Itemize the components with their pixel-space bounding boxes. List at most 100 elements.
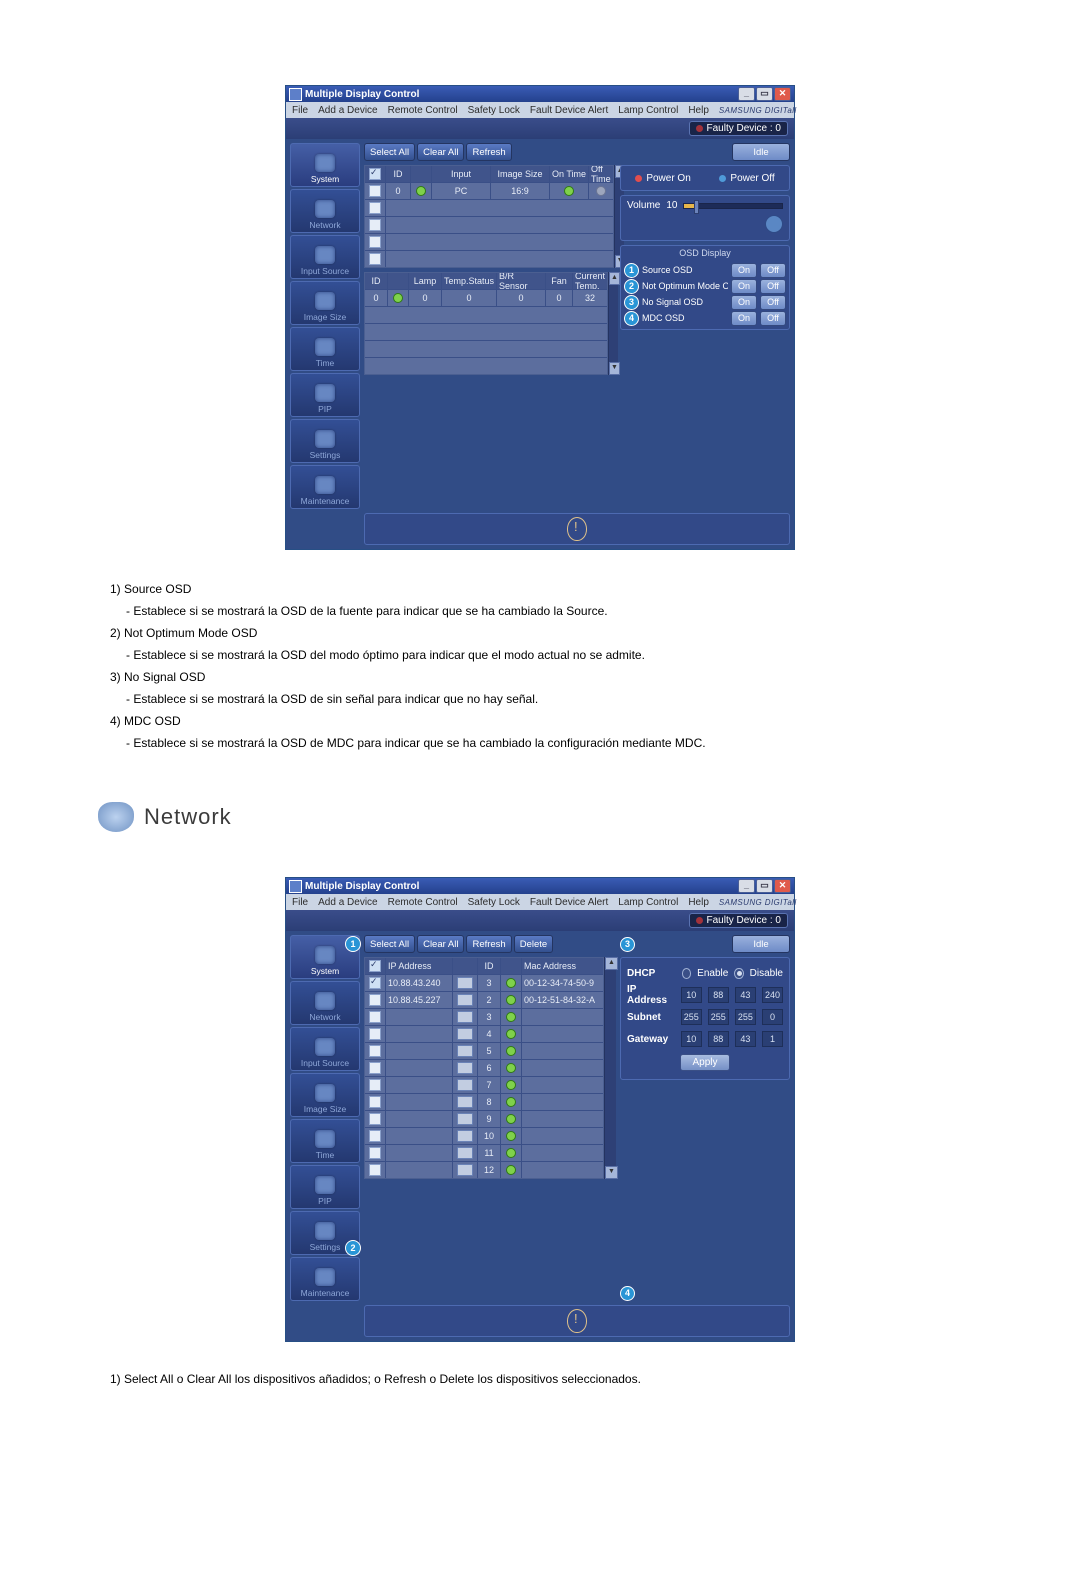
menu-safety[interactable]: Safety Lock	[465, 105, 523, 116]
subnet-octet[interactable]: 255	[735, 1009, 756, 1025]
minimize-button[interactable]: _	[738, 87, 755, 101]
row-check[interactable]	[369, 1045, 381, 1057]
sidebar-item-time[interactable]: Time	[290, 1119, 360, 1163]
menu-fault[interactable]: Fault Device Alert	[527, 897, 611, 908]
gateway-octet[interactable]: 10	[681, 1031, 702, 1047]
subnet-octet[interactable]: 255	[681, 1009, 702, 1025]
osd-off-button[interactable]: Off	[760, 279, 786, 294]
table-row[interactable]: 10.88.45.227 2 00-12-51-84-32-A	[365, 991, 603, 1008]
row-check[interactable]	[369, 219, 381, 231]
maximize-button[interactable]: ▭	[756, 879, 773, 893]
scroll-up-icon[interactable]: ▲	[605, 957, 618, 970]
power-on-label[interactable]: Power On	[646, 173, 690, 184]
row-check[interactable]	[369, 185, 381, 197]
table-row[interactable]: 7	[365, 1076, 603, 1093]
row-check[interactable]	[369, 1113, 381, 1125]
vertical-scrollbar[interactable]: ▲ ▼	[604, 957, 616, 1179]
table-row[interactable]: 9	[365, 1110, 603, 1127]
speaker-icon[interactable]	[765, 215, 783, 233]
sidebar-item-settings[interactable]: Settings	[290, 419, 360, 463]
menu-lamp[interactable]: Lamp Control	[615, 105, 681, 116]
table-row[interactable]: 10.88.43.240 3 00-12-34-74-50-9	[365, 974, 603, 991]
table-row[interactable]: 10	[365, 1127, 603, 1144]
sidebar-item-network[interactable]: Network	[290, 189, 360, 233]
subnet-octet[interactable]: 0	[762, 1009, 783, 1025]
menu-file[interactable]: File	[289, 897, 311, 908]
table-row[interactable]: 5	[365, 1042, 603, 1059]
sidebar-item-time[interactable]: Time	[290, 327, 360, 371]
row-check[interactable]	[369, 977, 381, 989]
sidebar-item-system[interactable]: System 1	[290, 935, 360, 979]
sidebar-item-system[interactable]: System	[290, 143, 360, 187]
menu-help[interactable]: Help	[685, 105, 712, 116]
gateway-octet[interactable]: 1	[762, 1031, 783, 1047]
table-row[interactable]: 8	[365, 1093, 603, 1110]
row-check[interactable]	[369, 1130, 381, 1142]
sidebar-item-maintenance[interactable]: Maintenance	[290, 465, 360, 509]
row-check[interactable]	[369, 1164, 381, 1176]
gateway-octet[interactable]: 88	[708, 1031, 729, 1047]
delete-button[interactable]: Delete	[514, 935, 553, 953]
sidebar-item-input[interactable]: Input Source	[290, 235, 360, 279]
menu-file[interactable]: File	[289, 105, 311, 116]
ip-octet[interactable]: 240	[762, 987, 783, 1003]
row-check[interactable]	[369, 1079, 381, 1091]
ip-octet[interactable]: 10	[681, 987, 702, 1003]
power-off-label[interactable]: Power Off	[730, 173, 774, 184]
close-button[interactable]: ✕	[774, 87, 791, 101]
minimize-button[interactable]: _	[738, 879, 755, 893]
osd-off-button[interactable]: Off	[760, 263, 786, 278]
gateway-octet[interactable]: 43	[735, 1031, 756, 1047]
sidebar-item-input[interactable]: Input Source	[290, 1027, 360, 1071]
osd-off-button[interactable]: Off	[760, 295, 786, 310]
osd-on-button[interactable]: On	[731, 311, 757, 326]
check-all[interactable]	[369, 168, 381, 180]
scroll-down-icon[interactable]: ▼	[609, 362, 620, 375]
maximize-button[interactable]: ▭	[756, 87, 773, 101]
refresh-button[interactable]: Refresh	[466, 935, 511, 953]
clear-all-button[interactable]: Clear All	[417, 143, 464, 161]
sidebar-item-imagesize[interactable]: Image Size	[290, 281, 360, 325]
table-row[interactable]: 4	[365, 1025, 603, 1042]
table-row[interactable]: 0 0 0 0 0 32	[365, 289, 607, 306]
sidebar-item-imagesize[interactable]: Image Size	[290, 1073, 360, 1117]
dhcp-disable-radio[interactable]	[734, 968, 743, 979]
sidebar-item-maintenance[interactable]: Maintenance	[290, 1257, 360, 1301]
sidebar-item-network[interactable]: Network	[290, 981, 360, 1025]
menu-remote[interactable]: Remote Control	[385, 897, 461, 908]
row-check[interactable]	[369, 253, 381, 265]
row-check[interactable]	[369, 994, 381, 1006]
sidebar-item-settings[interactable]: Settings 2	[290, 1211, 360, 1255]
row-check[interactable]	[369, 1096, 381, 1108]
ip-octet[interactable]: 88	[708, 987, 729, 1003]
menu-add-device[interactable]: Add a Device	[315, 897, 380, 908]
osd-on-button[interactable]: On	[731, 279, 757, 294]
refresh-button[interactable]: Refresh	[466, 143, 511, 161]
subnet-octet[interactable]: 255	[708, 1009, 729, 1025]
dhcp-enable-radio[interactable]	[682, 968, 691, 979]
sidebar-item-pip[interactable]: PIP	[290, 1165, 360, 1209]
menu-add-device[interactable]: Add a Device	[315, 105, 380, 116]
row-check[interactable]	[369, 202, 381, 214]
apply-button[interactable]: Apply	[680, 1054, 730, 1071]
table-row[interactable]: 12	[365, 1161, 603, 1178]
row-check[interactable]	[369, 1011, 381, 1023]
close-button[interactable]: ✕	[774, 879, 791, 893]
ip-octet[interactable]: 43	[735, 987, 756, 1003]
scroll-down-icon[interactable]: ▼	[605, 1166, 618, 1179]
check-all[interactable]	[369, 960, 381, 972]
row-check[interactable]	[369, 1028, 381, 1040]
row-check[interactable]	[369, 1147, 381, 1159]
row-check[interactable]	[369, 236, 381, 248]
volume-slider[interactable]	[683, 203, 783, 209]
scroll-up-icon[interactable]: ▲	[609, 272, 620, 285]
clear-all-button[interactable]: Clear All	[417, 935, 464, 953]
select-all-button[interactable]: Select All	[364, 143, 415, 161]
menu-fault[interactable]: Fault Device Alert	[527, 105, 611, 116]
table-row[interactable]: 0 PC 16:9	[365, 182, 613, 199]
osd-on-button[interactable]: On	[731, 263, 757, 278]
row-check[interactable]	[369, 1062, 381, 1074]
sidebar-item-pip[interactable]: PIP	[290, 373, 360, 417]
vertical-scrollbar[interactable]: ▲ ▼	[608, 272, 618, 375]
osd-off-button[interactable]: Off	[760, 311, 786, 326]
